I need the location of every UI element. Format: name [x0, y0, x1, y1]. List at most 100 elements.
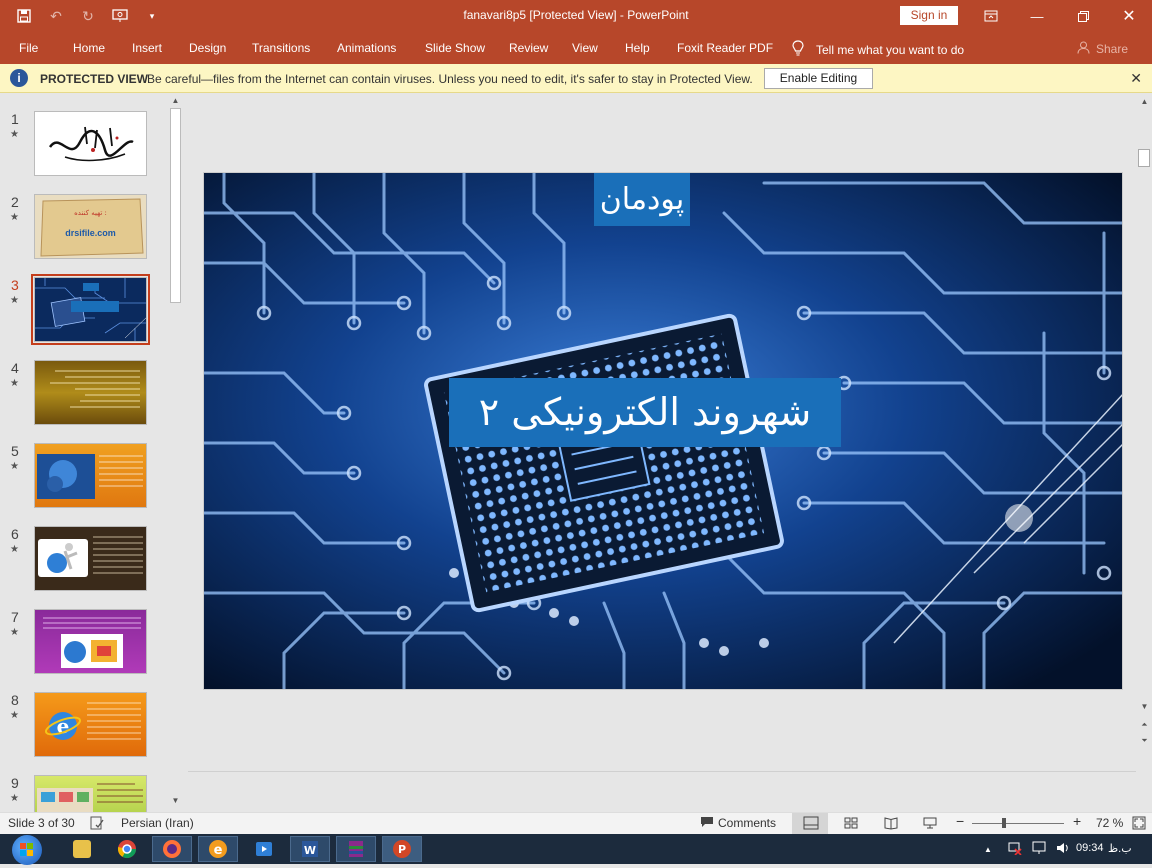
firefox-icon[interactable]: [152, 836, 192, 862]
zoom-slider-thumb[interactable]: [1002, 818, 1006, 828]
slide-sorter-icon[interactable]: [844, 816, 858, 833]
current-slide[interactable]: پودمان شهروند الکترونیکی ۲: [203, 172, 1123, 690]
scroll-down-icon[interactable]: ▼: [1139, 702, 1150, 711]
tab-view[interactable]: View: [572, 41, 598, 55]
scroll-thumb[interactable]: [170, 108, 181, 303]
tab-review[interactable]: Review: [509, 41, 548, 55]
minimize-icon[interactable]: —: [1014, 0, 1060, 32]
person-icon: [1077, 41, 1090, 57]
file-explorer-icon[interactable]: [62, 836, 102, 862]
slide-preview: [34, 609, 147, 674]
tell-me-search[interactable]: Tell me what you want to do: [792, 40, 964, 59]
reading-view-icon[interactable]: [884, 816, 898, 833]
media-app-icon[interactable]: [244, 836, 284, 862]
close-icon[interactable]: ✕: [1106, 0, 1152, 32]
clock-ampm[interactable]: ب.ظ: [1108, 842, 1132, 855]
comments-icon[interactable]: [700, 816, 714, 831]
scroll-up-icon[interactable]: ▲: [170, 96, 181, 108]
slide-number: 6: [11, 526, 19, 542]
title-bar: ↶ ↻ ▾ fanavari8p5 [Protected View] - Pow…: [0, 0, 1152, 32]
slide-preview-text: drsifile.com: [65, 228, 116, 238]
slide-thumbnail-6[interactable]: 6 ★: [0, 526, 170, 596]
slide-thumbnail-7[interactable]: 7 ★: [0, 609, 170, 679]
slide-top-label[interactable]: پودمان: [594, 173, 690, 226]
scroll-thumb[interactable]: [1138, 149, 1150, 167]
browser-app-icon[interactable]: e: [198, 836, 238, 862]
next-slide-icon[interactable]: ⏷: [1139, 736, 1150, 746]
enable-editing-button[interactable]: Enable Editing: [764, 68, 873, 89]
share-label: Share: [1095, 42, 1128, 56]
action-center-icon[interactable]: [1032, 841, 1046, 858]
share-button[interactable]: Share: [1077, 41, 1128, 57]
slide-thumbnail-2[interactable]: 2 ★ تهیه کننده : drsifile.com: [0, 194, 170, 264]
slide-preview: تهیه کننده : drsifile.com: [34, 194, 147, 259]
zoom-in-button[interactable]: +: [1073, 813, 1081, 829]
clock-time[interactable]: 09:34: [1076, 842, 1104, 854]
close-message-bar-icon[interactable]: ✕: [1130, 70, 1142, 87]
scroll-up-icon[interactable]: ▲: [1139, 97, 1150, 106]
slide-thumbnail-5[interactable]: 5 ★: [0, 443, 170, 513]
window-controls: — ✕: [968, 0, 1152, 32]
slide-counter: Slide 3 of 30: [8, 816, 75, 830]
animation-star-icon: ★: [10, 129, 19, 140]
protected-view-title: PROTECTED VIEW: [40, 72, 149, 86]
slide-thumbnail-1[interactable]: 1 ★: [0, 111, 170, 181]
tab-animations[interactable]: Animations: [337, 41, 396, 55]
volume-icon[interactable]: [1056, 841, 1070, 858]
chrome-icon[interactable]: [107, 836, 147, 862]
tab-file[interactable]: File: [19, 41, 38, 55]
slide-main-title[interactable]: شهروند الکترونیکی ۲: [449, 378, 841, 447]
network-icon[interactable]: [1008, 841, 1022, 858]
tab-foxit-reader-pdf[interactable]: Foxit Reader PDF: [677, 41, 773, 55]
slide-number: 8: [11, 692, 19, 708]
animation-star-icon: ★: [10, 627, 19, 638]
animation-star-icon: ★: [10, 212, 19, 223]
comments-button[interactable]: Comments: [718, 816, 776, 830]
language-indicator[interactable]: Persian (Iran): [121, 816, 194, 830]
slide-thumbnail-4[interactable]: 4 ★: [0, 360, 170, 430]
previous-slide-icon[interactable]: ⏶: [1139, 720, 1150, 730]
info-shield-icon: i: [10, 69, 28, 87]
slide-thumbnail-3[interactable]: 3 ★: [0, 274, 170, 347]
windows-taskbar: e W P ▲ 09:34 ب.ظ: [0, 834, 1152, 865]
tab-slide-show[interactable]: Slide Show: [425, 41, 485, 55]
archive-app-icon[interactable]: [336, 836, 376, 862]
slide-thumbnail-9[interactable]: 9 ★: [0, 775, 170, 812]
thumbnail-scrollbar[interactable]: ▲ ▼: [168, 93, 183, 812]
slide-preview: [34, 526, 147, 591]
zoom-slider[interactable]: [972, 823, 1064, 824]
svg-text:e: e: [214, 843, 223, 858]
spelling-check-icon[interactable]: [90, 816, 104, 833]
tab-design[interactable]: Design: [189, 41, 226, 55]
protected-view-message: Be careful—files from the Internet can c…: [147, 72, 753, 86]
word-icon[interactable]: W: [290, 836, 330, 862]
ribbon-display-options-icon[interactable]: [968, 0, 1014, 32]
slide-number: 1: [11, 111, 19, 127]
zoom-out-button[interactable]: −: [956, 813, 964, 829]
slide-show-icon[interactable]: [923, 816, 937, 833]
sign-in-button[interactable]: Sign in: [900, 6, 958, 25]
powerpoint-icon[interactable]: P: [382, 836, 422, 862]
tab-insert[interactable]: Insert: [132, 41, 162, 55]
tab-help[interactable]: Help: [625, 41, 650, 55]
fit-slide-icon[interactable]: [1132, 816, 1146, 833]
slide-thumbnail-pane: 1 ★ 2 ★ تهیه کننده : drsifile.com 3 ★ 4 …: [0, 93, 188, 812]
slide-number: 5: [11, 443, 19, 459]
tab-transitions[interactable]: Transitions: [252, 41, 310, 55]
scroll-down-icon[interactable]: ▼: [170, 796, 181, 808]
show-hidden-icons[interactable]: ▲: [984, 845, 992, 854]
slide-editing-area: پودمان شهروند الکترونیکی ۲: [188, 93, 1136, 771]
restore-icon[interactable]: [1060, 0, 1106, 32]
zoom-level[interactable]: 72 %: [1096, 816, 1123, 830]
tab-home[interactable]: Home: [73, 41, 105, 55]
system-tray: ▲ 09:34 ب.ظ: [972, 834, 1152, 864]
slide-scrollbar[interactable]: ▲ ▼ ⏶ ⏷: [1136, 93, 1152, 812]
start-button[interactable]: [12, 835, 42, 865]
normal-view-icon[interactable]: [792, 813, 828, 834]
animation-star-icon: ★: [10, 378, 19, 389]
status-bar: Slide 3 of 30 Persian (Iran) Comments − …: [0, 812, 1152, 834]
slide-thumbnail-8[interactable]: 8 ★ e: [0, 692, 170, 762]
slide-preview: [34, 111, 147, 176]
slide-preview: [34, 775, 147, 812]
notes-pane[interactable]: [188, 771, 1136, 812]
